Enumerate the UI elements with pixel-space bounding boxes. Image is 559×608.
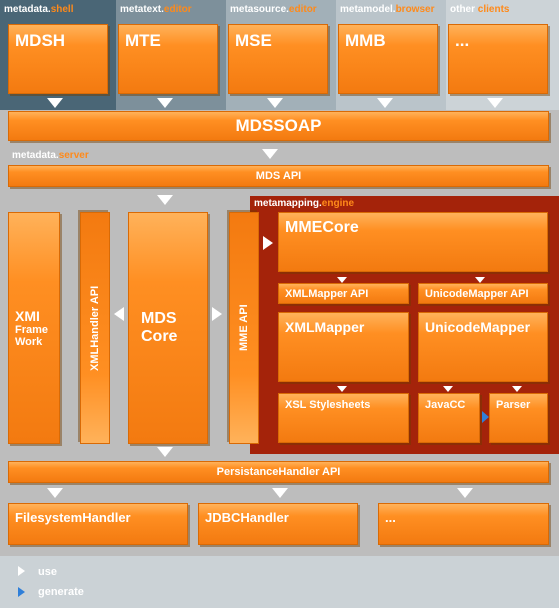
use-arrow-icon [47,98,63,108]
unicodemapper-box[interactable]: UnicodeMapper [418,312,548,382]
use-arrow-icon [212,307,222,321]
other-handler-box[interactable]: ... [378,503,549,545]
use-arrow-icon [47,488,63,498]
xmlmapper-box[interactable]: XMLMapper [278,312,409,382]
mds-label: MDS [141,310,177,327]
javacc-box[interactable]: JavaCC [418,393,480,443]
use-arrow-icon [377,98,393,108]
persistance-handler-api-bar[interactable]: PersistanceHandler API [8,461,549,483]
use-arrow-icon [114,307,124,321]
use-arrow-icon [272,488,288,498]
mdssoap-box[interactable]: MDSSOAP [8,111,549,141]
client-caption: metatext.editor [120,4,192,15]
jdbc-handler-box[interactable]: JDBCHandler [198,503,358,545]
client-caption: metamodel.browser [340,4,435,15]
generate-arrow-icon [482,411,489,423]
use-arrow-icon [262,149,278,159]
use-arrow-icon [157,447,173,457]
engine-caption: metamapping.engine [254,198,355,209]
use-arrow-icon [487,98,503,108]
other-clients-box[interactable]: ... [448,24,548,94]
xmlmapper-api-bar[interactable]: XMLMapper API [278,283,409,304]
xmlhandler-api-bar[interactable]: XMLHandler API [80,212,110,444]
use-arrow-icon [263,236,273,250]
frame-label: Frame [15,324,49,336]
parser-box[interactable]: Parser [489,393,548,443]
mmecore-box[interactable]: MMECore [278,212,548,272]
xsl-stylesheets-box[interactable]: XSL Stylesheets [278,393,409,443]
client-caption: metasource.editor [230,4,317,15]
legend-use-label: use [38,566,57,578]
client-caption: metadata.shell [4,4,74,15]
core-label: Core [141,328,178,345]
use-arrow-icon [267,98,283,108]
mds-core-box[interactable]: MDS Core [128,212,208,444]
use-arrow-icon [443,386,453,392]
mte-box[interactable]: MTE [118,24,218,94]
xmi-framework-box[interactable]: XMI Frame Work [8,212,60,444]
generate-legend-icon [18,587,25,597]
unicodemapper-api-bar[interactable]: UnicodeMapper API [418,283,548,304]
mse-box[interactable]: MSE [228,24,328,94]
mds-api-bar[interactable]: MDS API [8,165,549,187]
xmi-label: XMI [15,308,40,324]
use-legend-icon [18,566,25,576]
work-label: Work [15,336,43,348]
server-caption: metadata.server [12,150,89,161]
use-arrow-icon [337,386,347,392]
use-arrow-icon [157,195,173,205]
legend [0,556,559,608]
legend-generate-label: generate [38,586,84,598]
filesystem-handler-box[interactable]: FilesystemHandler [8,503,188,545]
use-arrow-icon [157,98,173,108]
mme-api-bar[interactable]: MME API [229,212,259,444]
use-arrow-icon [457,488,473,498]
mmb-box[interactable]: MMB [338,24,438,94]
mdsh-box[interactable]: MDSH [8,24,108,94]
use-arrow-icon [512,386,522,392]
client-caption: other clients [450,4,510,15]
